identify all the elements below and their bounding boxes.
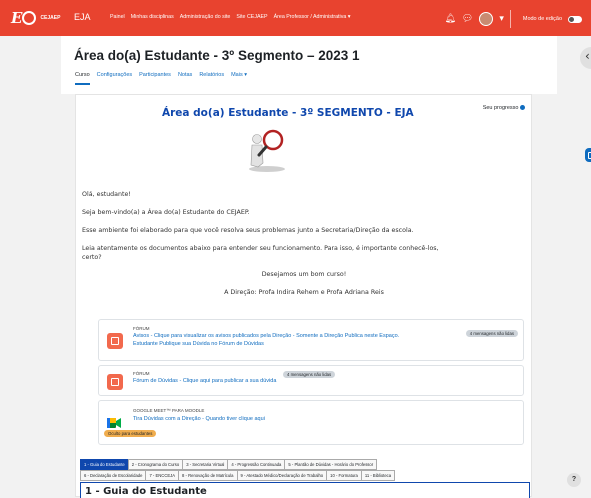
google-meet-icon	[107, 418, 121, 428]
nav-site-cejaep[interactable]: Site CEJAEP	[236, 14, 267, 20]
course-tabs: Curso Configurações Participantes Notas …	[75, 72, 247, 85]
section-title: Área do(a) Estudante - 3º SEGMENTO - EJA	[162, 107, 414, 119]
hidden-badge: Oculto para estudantes	[104, 430, 157, 437]
intro-greeting: Olá, estudante!	[82, 191, 131, 198]
tab-curso[interactable]: Curso	[75, 72, 90, 85]
tab-biblioteca[interactable]: 11 - Biblioteca	[360, 470, 396, 481]
messages-icon[interactable]: 💬︎	[462, 14, 473, 24]
document-tabs-row2: 6 - Declaração de Escolaridade 7 - ENCCE…	[80, 470, 530, 481]
site-name[interactable]: EJA	[74, 12, 91, 22]
user-avatar[interactable]	[479, 12, 494, 26]
divider	[509, 10, 511, 28]
activity-link[interactable]: Fórum de Dúvidas - Clique aqui para publ…	[133, 377, 276, 385]
nav-minhas-disciplinas[interactable]: Minhas disciplinas	[131, 14, 174, 20]
tab-plantao-duvidas[interactable]: 5 - Plantão de Dúvidas - Horário do Prof…	[284, 459, 378, 470]
progress-indicator[interactable]: Seu progresso	[483, 105, 525, 111]
top-navbar: E CEJAEP EJA Painel Minhas disciplinas A…	[0, 0, 591, 36]
help-circle-icon[interactable]	[520, 105, 525, 111]
logo-ring	[22, 11, 37, 25]
intro-read-line2: certo?	[82, 254, 102, 261]
activity-link[interactable]: Tira Dúvidas com a Direção - Quando tive…	[133, 415, 265, 423]
tab-participantes[interactable]: Participantes	[139, 72, 171, 85]
edit-mode-label: Modo de edição	[522, 16, 562, 22]
logo-text: CEJAEP	[40, 15, 61, 21]
activity-link-line1[interactable]: Avisos - Clique para visualizar os aviso…	[133, 332, 399, 340]
tab-atestado-medico[interactable]: 9 - Atestado Médico/Declaração de Trabal…	[236, 470, 328, 481]
tab-progressao-continuada[interactable]: 4 - Progressão Continuada	[227, 459, 286, 470]
intro-environment: Esse ambiente foi elaborado para que voc…	[82, 227, 414, 234]
activity-type: FÓRUM	[133, 371, 150, 376]
nav-area-professor[interactable]: Área Professor / Administrativa ▾	[274, 14, 351, 20]
tab-notas[interactable]: Notas	[178, 72, 192, 85]
intro-signature: A Direção: Profa Indira Rehem e Profa Ad…	[224, 289, 384, 296]
document-tabs-row1: 1 - Guia do Estudante 2 - Cronograma do …	[80, 459, 530, 470]
progress-label: Seu progresso	[482, 105, 519, 111]
tab-mais[interactable]: Mais ▾	[231, 72, 247, 85]
magnifier-person-illustration	[249, 129, 285, 172]
tab-secretaria-virtual[interactable]: 3 - Secretaria Virtual	[182, 459, 229, 470]
tab-relatorios[interactable]: Relatórios	[199, 72, 224, 85]
activity-link-line2[interactable]: Estudante Publique sua Dúvida no Fórum d…	[133, 340, 264, 348]
unread-badge[interactable]: 4 mensagens não lidas	[283, 371, 336, 378]
course-content: Área do(a) Estudante - 3º SEGMENTO - EJA…	[75, 94, 532, 498]
bell-icon[interactable]: 🔔︎	[444, 14, 455, 24]
chevron-down-icon[interactable]: ▾	[499, 14, 504, 24]
page-title: Área do(a) Estudante - 3º Segmento – 202…	[74, 48, 360, 63]
activity-type: GOOGLE MEET™ PARA MOODLE	[133, 408, 205, 413]
forum-icon	[107, 374, 123, 390]
site-logo[interactable]: E CEJAEP	[11, 9, 60, 27]
tab-declaracao-escolaridade[interactable]: 6 - Declaração de Escolaridade	[80, 470, 147, 481]
tab-guia-estudante[interactable]: 1 - Guia do Estudante	[80, 459, 129, 470]
forum-icon	[107, 333, 123, 349]
unread-badge[interactable]: 4 mensagens não lidas	[465, 330, 518, 337]
activity-forum-duvidas[interactable]: FÓRUM Fórum de Dúvidas - Clique aqui par…	[98, 365, 524, 396]
open-drawer-button[interactable]	[580, 47, 591, 69]
logo-mark: E	[11, 9, 22, 27]
nav-administracao[interactable]: Administração do site	[180, 14, 231, 20]
topbar-right: 🔔︎ 💬︎ ▾ Modo de edição	[444, 10, 582, 28]
tab-renovacao-matricula[interactable]: 8 - Renovação de Matrícula	[178, 470, 238, 481]
activity-type: FÓRUM	[133, 326, 150, 331]
primary-nav: Painel Minhas disciplinas Administração …	[110, 14, 350, 20]
intro-read-line1: Leia atentamente os documentos abaixo pa…	[82, 245, 439, 252]
block-drawer-icon[interactable]	[585, 148, 591, 162]
guide-title: 1 - Guia do Estudante	[85, 486, 207, 497]
nav-painel[interactable]: Painel	[110, 14, 125, 20]
tab-configuracoes[interactable]: Configurações	[97, 72, 132, 85]
course-header: Área do(a) Estudante - 3º Segmento – 202…	[61, 36, 557, 94]
document-tabs: 1 - Guia do Estudante 2 - Cronograma do …	[80, 459, 530, 481]
tab-cronograma[interactable]: 2 - Cronograma do Curso	[127, 459, 184, 470]
activity-forum-avisos[interactable]: FÓRUM Avisos - Clique para visualizar os…	[98, 319, 524, 361]
edit-mode-toggle[interactable]	[568, 15, 582, 23]
guide-panel: 1 - Guia do Estudante	[80, 482, 530, 498]
help-button[interactable]: ?	[567, 473, 581, 487]
tab-encceja[interactable]: 7 - ENCCEJA	[145, 470, 180, 481]
activity-google-meet[interactable]: GOOGLE MEET™ PARA MOODLE Tira Dúvidas co…	[98, 400, 524, 445]
tab-formatura[interactable]: 10 - Formatura	[326, 470, 362, 481]
intro-wish: Desejamos um bom curso!	[261, 271, 347, 278]
intro-welcome: Seja bem-vindo(a) a Área do(a) Estudante…	[82, 209, 250, 216]
